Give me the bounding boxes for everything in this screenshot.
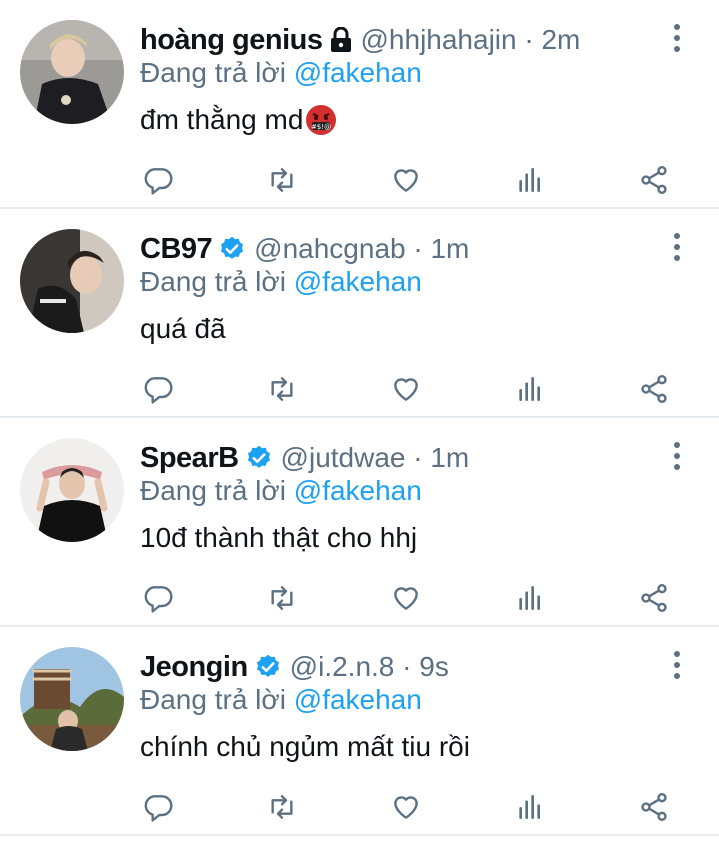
like-icon[interactable] (388, 371, 424, 407)
avatar-photo (20, 438, 124, 542)
handle-and-time[interactable]: @hhjhahajin · 2m (361, 24, 581, 56)
more-options-icon[interactable] (665, 233, 689, 261)
share-icon[interactable] (636, 162, 672, 198)
retweet-icon[interactable] (264, 162, 300, 198)
tweet-body: 10đ thành thật cho hhj (140, 522, 418, 553)
verified-badge-icon (218, 235, 246, 263)
action-bar (140, 162, 680, 198)
verified-badge-icon (254, 653, 282, 681)
tweet-header: Jeongin @i.2.n.8 · 9s (140, 649, 659, 685)
share-icon[interactable] (636, 789, 672, 825)
share-icon[interactable] (636, 580, 672, 616)
display-name[interactable]: Jeongin (140, 651, 248, 684)
analytics-icon[interactable] (512, 162, 548, 198)
reply-prefix: Đang trả lời (140, 684, 286, 715)
avatar[interactable] (20, 438, 124, 542)
avatar-photo (20, 20, 124, 124)
tweet-text: chính chủ ngủm mất tiu rồi (140, 731, 470, 763)
verified-badge-icon (245, 444, 273, 472)
tweet-header: CB97 @nahcgnab · 1m (140, 231, 659, 267)
avatar-photo (20, 229, 124, 333)
reply-prefix: Đang trả lời (140, 266, 286, 297)
avatar[interactable] (20, 229, 124, 333)
action-bar (140, 789, 680, 825)
avatar[interactable] (20, 20, 124, 124)
mention-link[interactable]: @fakehan (294, 475, 422, 506)
mention-link[interactable]: @fakehan (294, 57, 422, 88)
reply-prefix: Đang trả lời (140, 475, 286, 506)
analytics-icon[interactable] (512, 789, 548, 825)
svg-text:#$!@: #$!@ (311, 123, 331, 131)
reply-icon[interactable] (140, 580, 176, 616)
action-bar (140, 580, 680, 616)
like-icon[interactable] (388, 580, 424, 616)
handle-and-time[interactable]: @nahcgnab · 1m (254, 233, 469, 265)
analytics-icon[interactable] (512, 580, 548, 616)
tweet[interactable]: hoàng genius @hhjhahajin · 2m Đang trả l… (0, 0, 719, 209)
display-name[interactable]: SpearB (140, 442, 239, 475)
tweet-body: đm thằng md (140, 104, 304, 135)
reply-icon[interactable] (140, 162, 176, 198)
tweet-text: quá đã (140, 313, 226, 345)
like-icon[interactable] (388, 789, 424, 825)
tweet[interactable]: CB97 @nahcgnab · 1m Đang trả lời @fakeha… (0, 209, 719, 418)
handle-and-time[interactable]: @jutdwae · 1m (281, 442, 470, 474)
reply-icon[interactable] (140, 371, 176, 407)
mention-link[interactable]: @fakehan (294, 684, 422, 715)
more-options-icon[interactable] (665, 651, 689, 679)
display-name[interactable]: CB97 (140, 233, 213, 266)
retweet-icon[interactable] (264, 580, 300, 616)
tweet-body: quá đã (140, 313, 226, 344)
replying-to: Đang trả lời @fakehan (140, 684, 422, 716)
reply-icon[interactable] (140, 789, 176, 825)
share-icon[interactable] (636, 371, 672, 407)
reply-prefix: Đang trả lời (140, 57, 286, 88)
tweet-body: chính chủ ngủm mất tiu rồi (140, 731, 470, 762)
tweet[interactable]: SpearB @jutdwae · 1m Đang trả lời @fakeh… (0, 418, 719, 627)
replying-to: Đang trả lời @fakehan (140, 266, 422, 298)
action-bar (140, 371, 680, 407)
angry-face-emoji: #$!@ (306, 105, 337, 135)
avatar-photo (20, 647, 124, 751)
analytics-icon[interactable] (512, 371, 548, 407)
handle-and-time[interactable]: @i.2.n.8 · 9s (290, 651, 449, 683)
tweet-text: 10đ thành thật cho hhj (140, 522, 417, 554)
retweet-icon[interactable] (264, 371, 300, 407)
tweet-header: hoàng genius @hhjhahajin · 2m (140, 22, 659, 58)
more-options-icon[interactable] (665, 442, 689, 470)
tweet-header: SpearB @jutdwae · 1m (140, 440, 659, 476)
avatar[interactable] (20, 647, 124, 751)
tweet-text: đm thằng md #$!@ (140, 104, 337, 136)
tweet[interactable]: Jeongin @i.2.n.8 · 9s Đang trả lời @fake… (0, 627, 719, 836)
lock-icon (329, 27, 353, 53)
mention-link[interactable]: @fakehan (294, 266, 422, 297)
retweet-icon[interactable] (264, 789, 300, 825)
replying-to: Đang trả lời @fakehan (140, 475, 422, 507)
replying-to: Đang trả lời @fakehan (140, 57, 422, 89)
like-icon[interactable] (388, 162, 424, 198)
more-options-icon[interactable] (665, 24, 689, 52)
display-name[interactable]: hoàng genius (140, 24, 323, 57)
